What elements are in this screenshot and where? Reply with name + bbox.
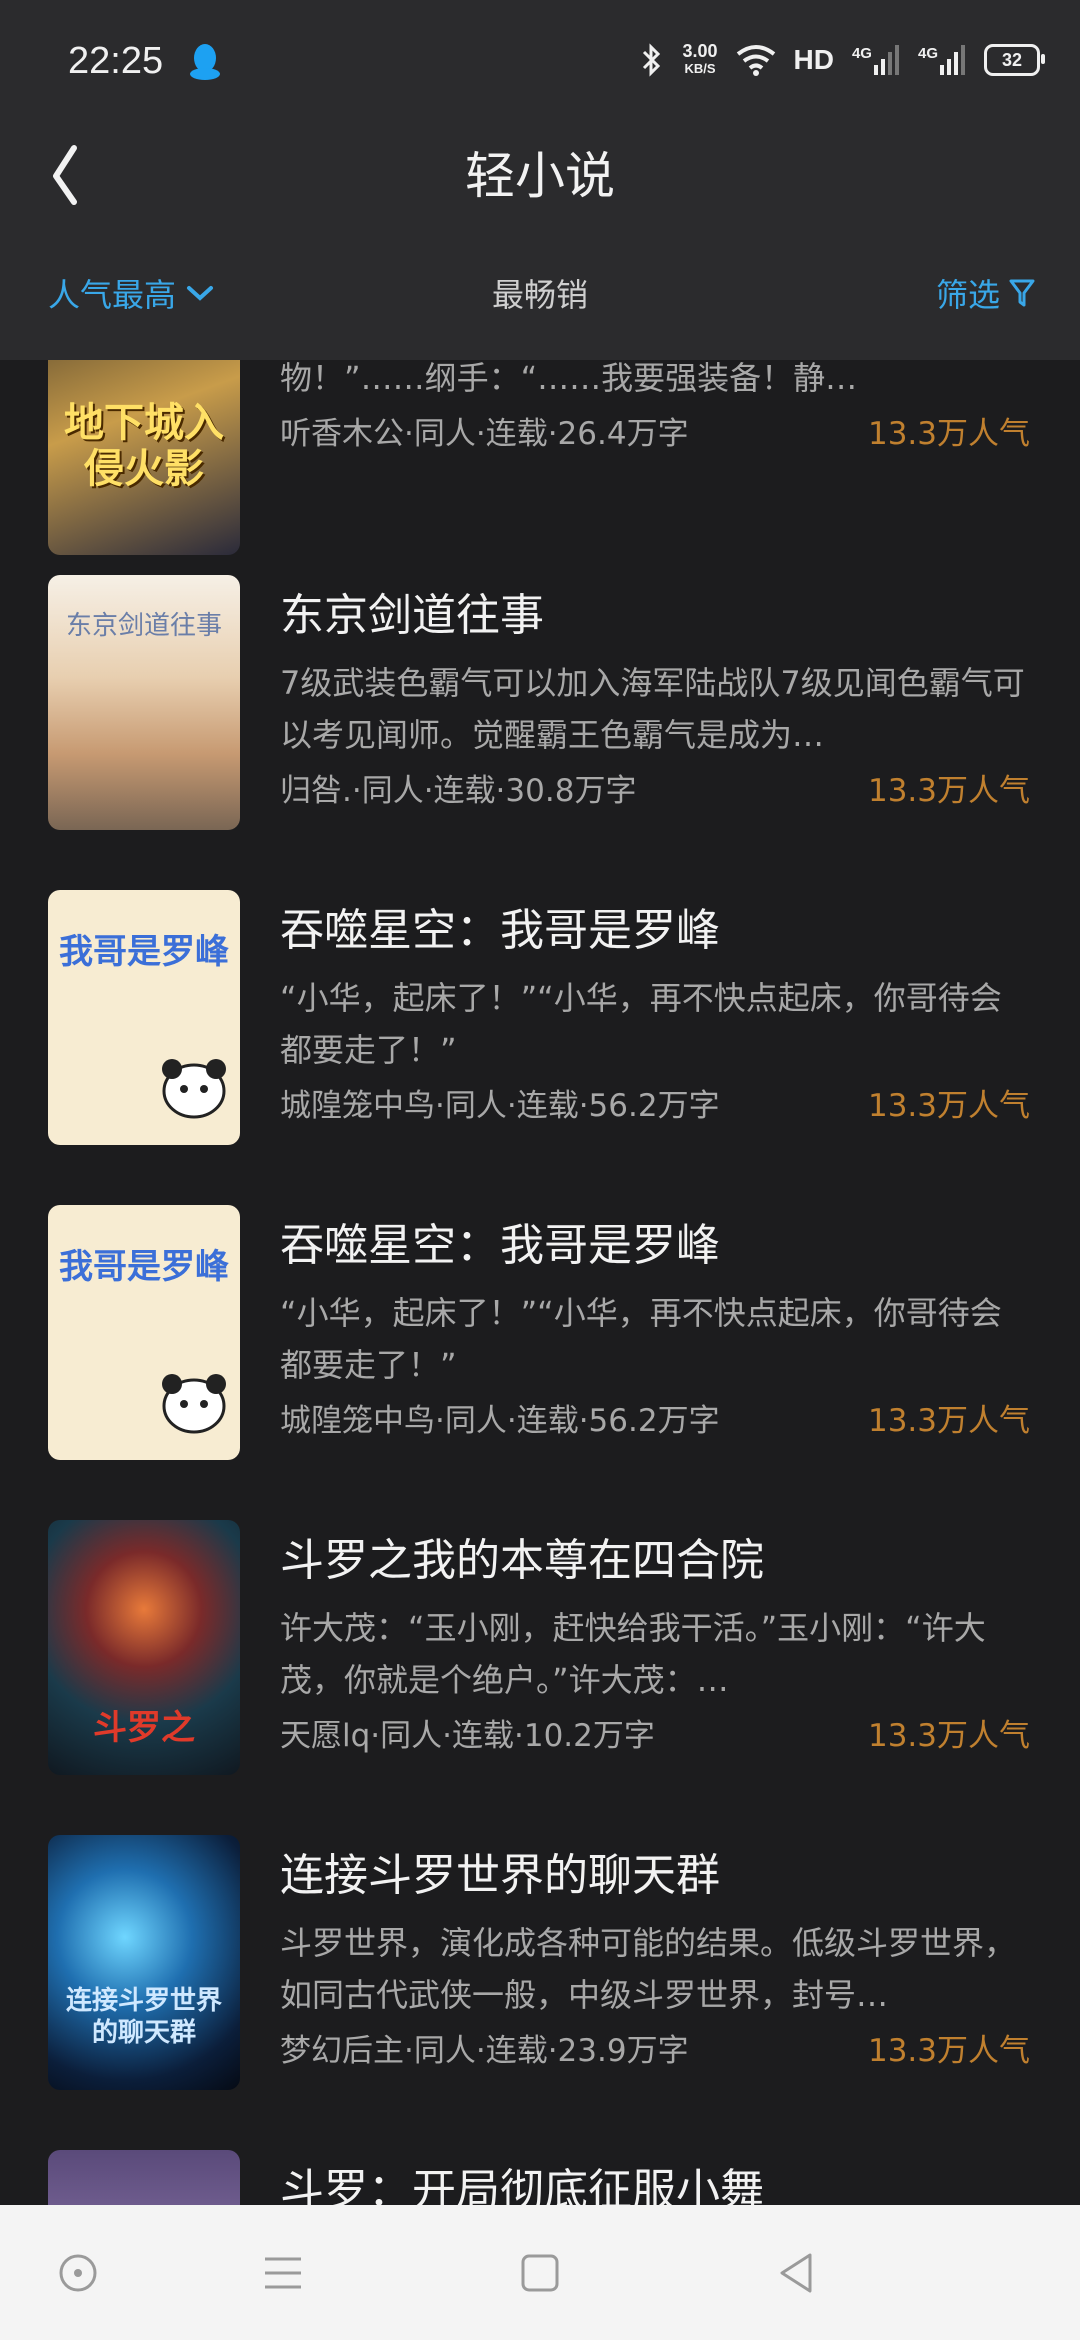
book-info: 斗罗之我的本尊在四合院 许大茂：“玉小刚，赶快给我干活。”玉小刚：“许大茂，你就… — [280, 1520, 1030, 1755]
book-list[interactable]: 地下城入侵火影 宇智波斑：“……悲鸣深渊，来两有票的，不要废物！”……纲手：“…… — [0, 360, 1080, 2205]
home-icon[interactable] — [50, 2245, 106, 2301]
book-description: 许大茂：“玉小刚，赶快给我干活。”玉小刚：“许大茂，你就是个绝户。”许大茂：… — [280, 1609, 986, 1699]
book-info: 东京剑道往事 7级武装色霸气可以加入海军陆战队7级见闻色霸气可以考见闻师。觉醒霸… — [280, 575, 1030, 810]
square-icon[interactable] — [512, 2245, 568, 2301]
book-info: 斗罗：开局彻底征服小舞 — [280, 2150, 1030, 2205]
book-popularity: 13.3万人气 — [867, 1403, 1030, 1439]
book-popularity: 13.3万人气 — [867, 1088, 1030, 1124]
book-author-info: 天愿lq·同人·连载·10.2万字 — [280, 1718, 655, 1754]
book-cover[interactable]: 地下城入侵火影 — [48, 360, 240, 555]
filter-label: 筛选 — [935, 276, 1000, 314]
book-title: 连接斗罗世界的聊天群 — [280, 1850, 720, 1901]
book-item[interactable]: 我哥是罗峰 吞噬星空：我哥是罗峰 “小华，起床了！”“小华，再不快点起床，你哥待… — [0, 1205, 1080, 1460]
book-author-info: 城隍笼中鸟·同人·连载·56.2万字 — [280, 1403, 720, 1439]
header: 轻小说 人气最高 最畅销 筛选 — [0, 130, 1080, 360]
book-title: 吞噬星空：我哥是罗峰 — [280, 905, 720, 956]
filter-icon — [1009, 279, 1035, 307]
book-meta: 天愿lq·同人·连载·10.2万字 13.3万人气 — [280, 1710, 1030, 1755]
book-title: 斗罗：开局彻底征服小舞 — [280, 2165, 764, 2205]
cover-title: 斗罗之 — [93, 1708, 195, 1748]
page-title: 轻小说 — [465, 147, 615, 205]
filter-tabs: 人气最高 最畅销 筛选 — [0, 270, 1080, 330]
tab-bestseller[interactable]: 最畅销 — [0, 270, 1080, 316]
book-author-info: 梦幻后主·同人·连载·23.9万字 — [280, 2033, 689, 2069]
book-info: 连接斗罗世界的聊天群 斗罗世界，演化成各种可能的结果。低级斗罗世界，如同古代武侠… — [280, 1835, 1030, 2070]
filter-button[interactable]: 筛选 — [936, 270, 1036, 316]
book-item[interactable]: 地下城入侵火影 宇智波斑：“……悲鸣深渊，来两有票的，不要废物！”……纲手：“…… — [0, 360, 1080, 555]
book-author-info: 城隍笼中鸟·同人·连载·56.2万字 — [280, 1088, 720, 1124]
book-description: “小华，起床了！”“小华，再不快点起床，你哥待会都要走了！” — [280, 1294, 1002, 1384]
signal-1: 4G — [852, 45, 900, 75]
speed-unit: KB/S — [684, 61, 716, 76]
book-meta: 梦幻后主·同人·连载·23.9万字 13.3万人气 — [280, 2025, 1030, 2070]
panda-illustration — [162, 1059, 226, 1119]
book-meta: 城隍笼中鸟·同人·连载·56.2万字 13.3万人气 — [280, 1080, 1030, 1125]
cover-title: 我哥是罗峰 — [59, 932, 229, 972]
book-title: 东京剑道往事 — [280, 590, 544, 641]
book-item[interactable]: 连接斗罗世界的聊天群 连接斗罗世界的聊天群 斗罗世界，演化成各种可能的结果。低级… — [0, 1835, 1080, 2090]
network-speed: 3.00 KB/S — [682, 42, 717, 78]
system-nav-bar — [0, 2205, 1080, 2340]
speed-value: 3.00 — [682, 41, 718, 61]
book-popularity: 13.3万人气 — [867, 773, 1030, 809]
book-cover[interactable]: 斗罗之 — [48, 1520, 240, 1775]
status-bar: 22:25 3.00 KB/S HD 4G 4G 32 — [0, 0, 1080, 130]
panda-illustration — [162, 1374, 226, 1434]
book-cover[interactable] — [48, 2150, 240, 2205]
book-item[interactable]: 斗罗：开局彻底征服小舞 — [0, 2150, 1080, 2205]
signal-icon — [940, 45, 965, 75]
book-cover[interactable]: 东京剑道往事 — [48, 575, 240, 830]
book-description: “小华，起床了！”“小华，再不快点起床，你哥待会都要走了！” — [280, 979, 1002, 1069]
book-info: 吞噬星空：我哥是罗峰 “小华，起床了！”“小华，再不快点起床，你哥待会都要走了！… — [280, 890, 1030, 1125]
book-popularity: 13.3万人气 — [867, 1718, 1030, 1754]
signal-icon — [873, 45, 899, 75]
back-triangle-icon[interactable] — [768, 2245, 824, 2301]
cover-title: 连接斗罗世界的聊天群 — [65, 1986, 222, 2048]
signal-2: 4G — [918, 45, 966, 75]
book-item[interactable]: 斗罗之 斗罗之我的本尊在四合院 许大茂：“玉小刚，赶快给我干活。”玉小刚：“许大… — [0, 1520, 1080, 1775]
status-icons: 3.00 KB/S HD 4G 4G 32 — [640, 42, 1045, 78]
book-meta: 归咎.·同人·连载·30.8万字 13.3万人气 — [280, 765, 1030, 810]
book-author-info: 归咎.·同人·连载·30.8万字 — [280, 773, 637, 809]
book-cover[interactable]: 我哥是罗峰 — [48, 1205, 240, 1460]
cover-title: 地下城入侵火影 — [64, 399, 224, 492]
battery-indicator: 32 — [984, 44, 1045, 76]
book-title: 斗罗之我的本尊在四合院 — [280, 1535, 764, 1586]
book-author-info: 听香木公·同人·连载·26.4万字 — [280, 416, 689, 452]
book-item[interactable]: 东京剑道往事 东京剑道往事 7级武装色霸气可以加入海军陆战队7级见闻色霸气可以考… — [0, 575, 1080, 830]
book-item[interactable]: 我哥是罗峰 吞噬星空：我哥是罗峰 “小华，起床了！”“小华，再不快点起床，你哥待… — [0, 890, 1080, 1145]
cover-title: 东京剑道往事 — [65, 611, 222, 641]
wifi-icon — [736, 45, 775, 76]
qq-icon — [190, 44, 220, 80]
book-description: 斗罗世界，演化成各种可能的结果。低级斗罗世界，如同古代武侠一般，中级斗罗世界，封… — [280, 1924, 1017, 2014]
bluetooth-icon — [643, 43, 661, 77]
menu-icon[interactable] — [255, 2245, 311, 2301]
hd-label: HD — [793, 44, 834, 75]
book-cover[interactable]: 我哥是罗峰 — [48, 890, 240, 1145]
book-popularity: 13.3万人气 — [867, 2033, 1030, 2069]
net1-label: 4G — [851, 45, 872, 62]
book-description: 7级武装色霸气可以加入海军陆战队7级见闻色霸气可以考见闻师。觉醒霸王色霸气是成为… — [280, 664, 1025, 754]
book-title: 吞噬星空：我哥是罗峰 — [280, 1220, 720, 1271]
book-info: 宇智波斑：“……悲鸣深渊，来两有票的，不要废物！”……纲手：“……我要强装备！静… — [280, 360, 1030, 453]
book-cover[interactable]: 连接斗罗世界的聊天群 — [48, 1835, 240, 2090]
net2-label: 4G — [917, 45, 938, 62]
book-info: 吞噬星空：我哥是罗峰 “小华，起床了！”“小华，再不快点起床，你哥待会都要走了！… — [280, 1205, 1030, 1440]
book-meta: 听香木公·同人·连载·26.4万字 13.3万人气 — [280, 408, 1030, 453]
book-meta: 城隍笼中鸟·同人·连载·56.2万字 13.3万人气 — [280, 1395, 1030, 1440]
book-popularity: 13.3万人气 — [867, 416, 1030, 452]
status-time: 22:25 — [68, 40, 164, 82]
cover-title: 我哥是罗峰 — [59, 1247, 229, 1287]
book-description: 宇智波斑：“……悲鸣深渊，来两有票的，不要废物！”……纲手：“……我要强装备！静… — [280, 360, 858, 397]
